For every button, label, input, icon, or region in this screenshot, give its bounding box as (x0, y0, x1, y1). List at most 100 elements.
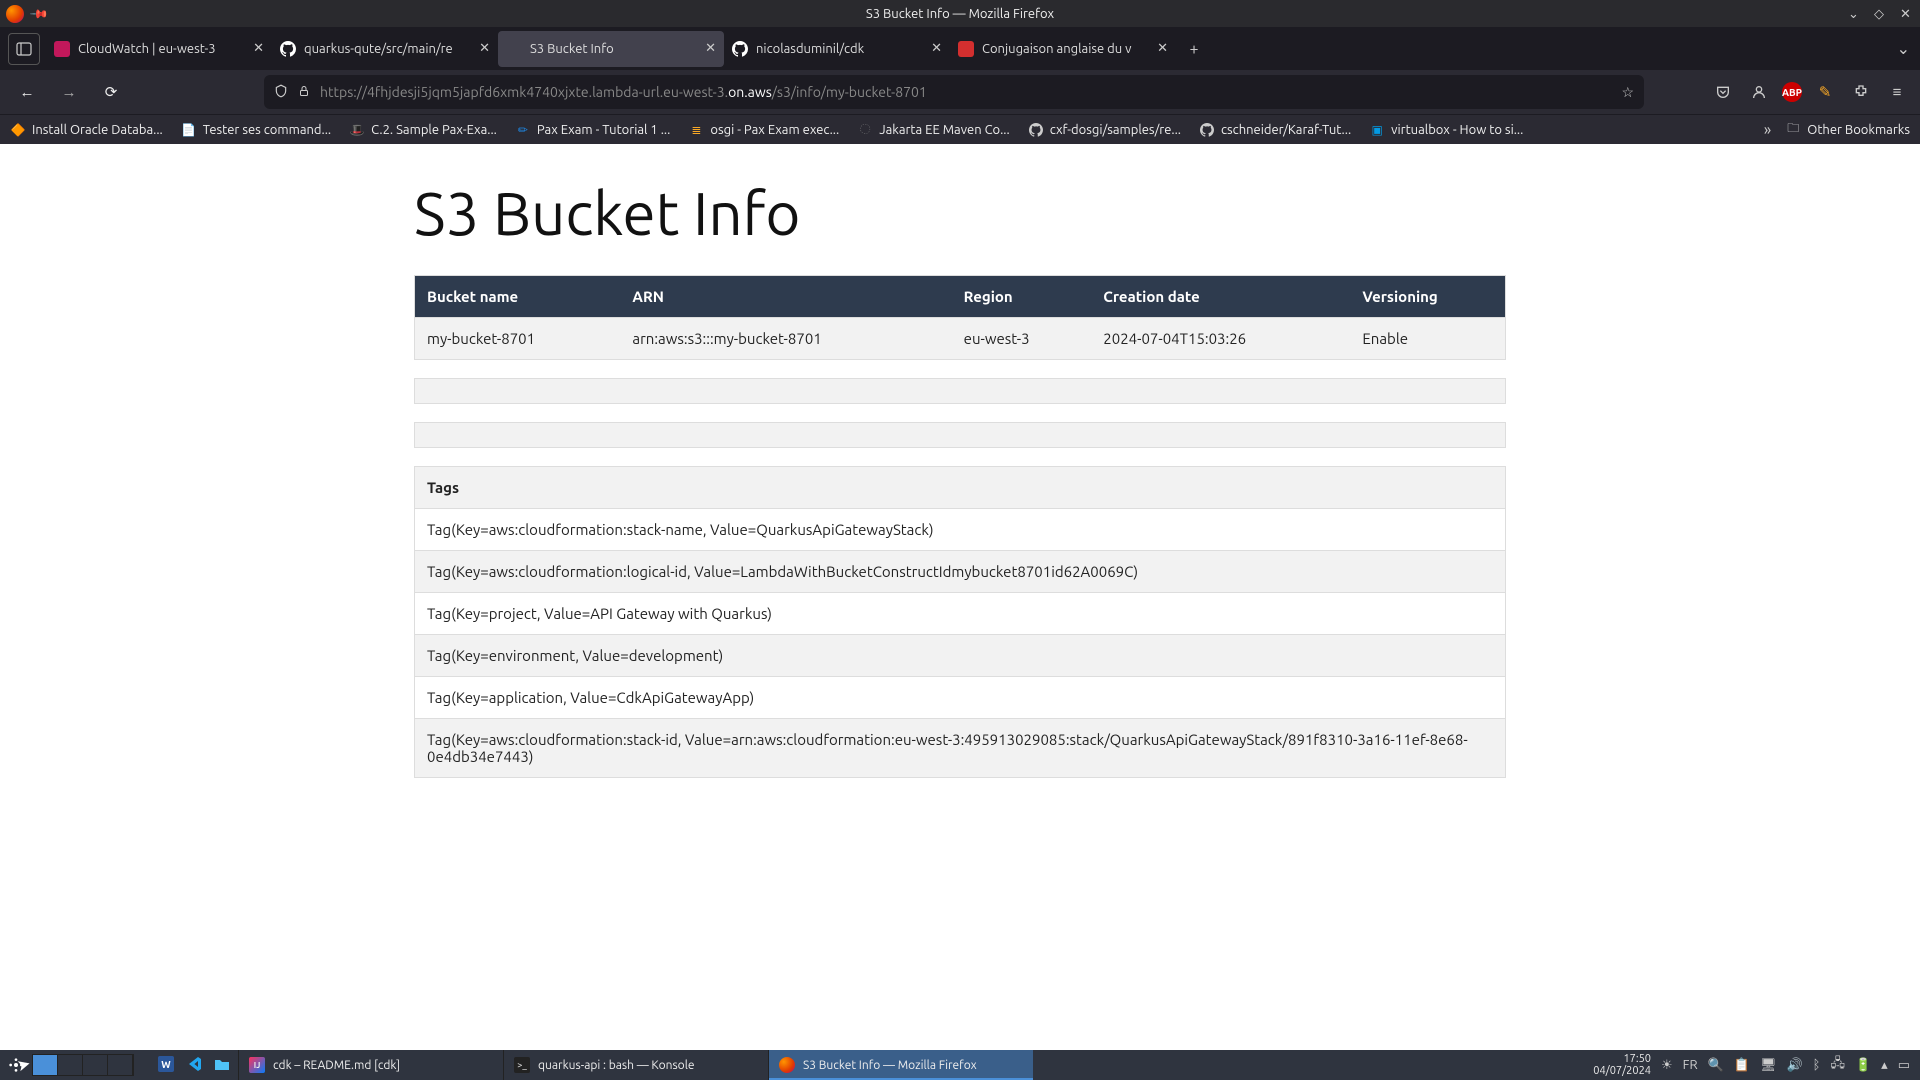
close-button[interactable]: ✕ (1900, 7, 1914, 21)
bookmark-label: Pax Exam - Tutorial 1 ... (537, 123, 670, 137)
window-title: S3 Bucket Info — Mozilla Firefox (866, 7, 1054, 21)
workspace-pager[interactable] (32, 1054, 134, 1076)
tab-label: Conjugaison anglaise du v (982, 42, 1149, 56)
browser-tab[interactable]: quarkus-qute/src/main/re✕ (272, 31, 498, 67)
bookmark-favicon: ≣ (688, 122, 704, 138)
tabs-overflow-button[interactable]: ⌄ (1897, 40, 1910, 58)
pocket-icon[interactable] (1710, 79, 1736, 105)
github-icon (280, 41, 296, 57)
lock-icon[interactable] (298, 84, 310, 101)
back-button[interactable]: ← (10, 75, 44, 109)
bookmark-item[interactable]: 📄Tester ses command... (181, 122, 331, 138)
bookmark-item[interactable]: 🔶Install Oracle Databa... (10, 122, 163, 138)
minimize-button[interactable]: ⌄ (1848, 7, 1862, 21)
menu-button[interactable]: ≡ (1884, 79, 1910, 105)
bookmark-item[interactable]: cschneider/Karaf-Tut... (1199, 122, 1351, 138)
tag-cell: Tag(Key=aws:cloudformation:stack-name, V… (415, 509, 1506, 551)
battery-icon[interactable]: 🔋 (1855, 1058, 1871, 1073)
sidebar-toggle[interactable] (8, 33, 40, 65)
new-tab-button[interactable]: + (1180, 35, 1208, 63)
taskbar-item[interactable]: S3 Bucket Info — Mozilla Firefox (768, 1050, 1033, 1080)
intellij-icon: IJ (249, 1057, 265, 1073)
shield-icon[interactable] (274, 84, 288, 101)
cell-versioning: Enable (1350, 318, 1505, 360)
tag-row: Tag(Key=environment, Value=development) (415, 635, 1506, 677)
tab-close-icon[interactable]: ✕ (705, 41, 716, 56)
page-viewport: S3 Bucket Info Bucket name ARN Region Cr… (0, 144, 1920, 1050)
github-icon (1199, 122, 1215, 138)
network-icon[interactable]: 🖧 (1830, 1054, 1845, 1076)
bookmark-item[interactable]: ▣virtualbox - How to si... (1369, 122, 1523, 138)
terminal-icon: >_ (514, 1057, 530, 1073)
extensions-icon[interactable] (1848, 79, 1874, 105)
folder-icon: 🗀 (1785, 122, 1801, 138)
clipboard-icon[interactable]: 📋 (1734, 1058, 1750, 1073)
show-desktop-icon[interactable]: ▭ (1898, 1058, 1910, 1073)
bookmark-star-icon[interactable]: ☆ (1621, 84, 1634, 101)
extension-icon[interactable]: ✎ (1812, 79, 1838, 105)
browser-tab[interactable]: CloudWatch | eu-west-3✕ (46, 31, 272, 67)
empty-table-2 (414, 422, 1506, 448)
bookmark-label: cxf-dosgi/samples/re... (1050, 123, 1181, 137)
th-region: Region (952, 276, 1092, 318)
svg-text:W: W (161, 1059, 171, 1070)
th-creation-date: Creation date (1091, 276, 1350, 318)
bookmark-item[interactable]: cxf-dosgi/samples/re... (1028, 122, 1181, 138)
firefox-icon (6, 5, 24, 23)
taskbar-item[interactable]: >_ quarkus-api : bash — Konsole (503, 1050, 768, 1080)
tag-row: Tag(Key=aws:cloudformation:stack-id, Val… (415, 719, 1506, 778)
tag-row: Tag(Key=aws:cloudformation:logical-id, V… (415, 551, 1506, 593)
reload-button[interactable]: ⟳ (94, 75, 128, 109)
tag-cell: Tag(Key=application, Value=CdkApiGateway… (415, 677, 1506, 719)
tab-strip: CloudWatch | eu-west-3✕quarkus-qute/src/… (0, 27, 1920, 70)
forward-button[interactable]: → (52, 75, 86, 109)
adblock-icon[interactable]: ABP (1782, 82, 1802, 102)
bookmark-item[interactable]: 🎩C.2. Sample Pax-Exa... (349, 122, 497, 138)
github-icon (732, 41, 748, 57)
chevron-up-icon[interactable]: ▴ (1881, 1058, 1888, 1073)
page-title: S3 Bucket Info (414, 180, 1506, 247)
volume-icon[interactable]: 🔊 (1786, 1058, 1802, 1073)
bluetooth-icon[interactable]: ᛒ (1813, 1058, 1821, 1072)
notifications-icon[interactable]: ☀ (1661, 1058, 1673, 1073)
language-indicator[interactable]: FR (1683, 1058, 1698, 1072)
url-bar[interactable]: https://4fhjdesji5jqm5japfd6xmk4740xjxte… (264, 75, 1644, 109)
firefox-icon (779, 1057, 795, 1073)
bookmark-favicon: ◌ (857, 122, 873, 138)
maximize-button[interactable]: ◇ (1874, 7, 1888, 21)
tab-close-icon[interactable]: ✕ (1157, 41, 1168, 56)
account-icon[interactable] (1746, 79, 1772, 105)
taskbar-item[interactable]: IJcdk – README.md [cdk] (238, 1050, 503, 1080)
bookmark-label: Tester ses command... (203, 123, 331, 137)
bookmark-label: virtualbox - How to si... (1391, 123, 1523, 137)
browser-tab[interactable]: nicolasduminil/cdk ✕ (724, 31, 950, 67)
bookmark-favicon: 🔶 (10, 122, 26, 138)
bookmark-item[interactable]: ≣osgi - Pax Exam exec... (688, 122, 839, 138)
bookmarks-bar: 🔶Install Oracle Databa... 📄Tester ses com… (0, 114, 1920, 144)
pin-word-icon[interactable]: W (158, 1056, 174, 1075)
tab-close-icon[interactable]: ✕ (931, 41, 942, 56)
table-row: my-bucket-8701 arn:aws:s3:::my-bucket-87… (415, 318, 1506, 360)
display-icon[interactable]: 🖥 (1760, 1058, 1777, 1073)
tab-close-icon[interactable]: ✕ (253, 41, 264, 56)
browser-tab[interactable]: Conjugaison anglaise du v ✕ (950, 31, 1176, 67)
bookmarks-overflow[interactable]: » (1764, 121, 1772, 139)
bookmark-item[interactable]: ◌Jakarta EE Maven Co... (857, 122, 1010, 138)
taskbar-item-label: quarkus-api : bash — Konsole (538, 1059, 694, 1072)
start-button[interactable] (0, 1050, 32, 1080)
favicon (958, 41, 974, 57)
tag-row: Tag(Key=aws:cloudformation:stack-name, V… (415, 509, 1506, 551)
bookmark-favicon: ✏ (515, 122, 531, 138)
browser-tab[interactable]: S3 Bucket Info✕ (498, 31, 724, 67)
search-tray-icon[interactable]: 🔍 (1708, 1058, 1724, 1073)
github-icon (1028, 122, 1044, 138)
tab-label: nicolasduminil/cdk (756, 42, 923, 56)
url-text: https://4fhjdesji5jqm5japfd6xmk4740xjxte… (320, 84, 1611, 100)
tab-close-icon[interactable]: ✕ (479, 41, 490, 56)
pin-files-icon[interactable] (214, 1056, 230, 1075)
bookmark-item[interactable]: ✏ Pax Exam - Tutorial 1 ... (515, 122, 670, 138)
tray-clock[interactable]: 17:50 04/07/2024 (1593, 1053, 1651, 1077)
other-bookmarks[interactable]: 🗀 Other Bookmarks (1785, 122, 1910, 138)
th-versioning: Versioning (1350, 276, 1505, 318)
pin-vscode-icon[interactable] (186, 1056, 202, 1075)
